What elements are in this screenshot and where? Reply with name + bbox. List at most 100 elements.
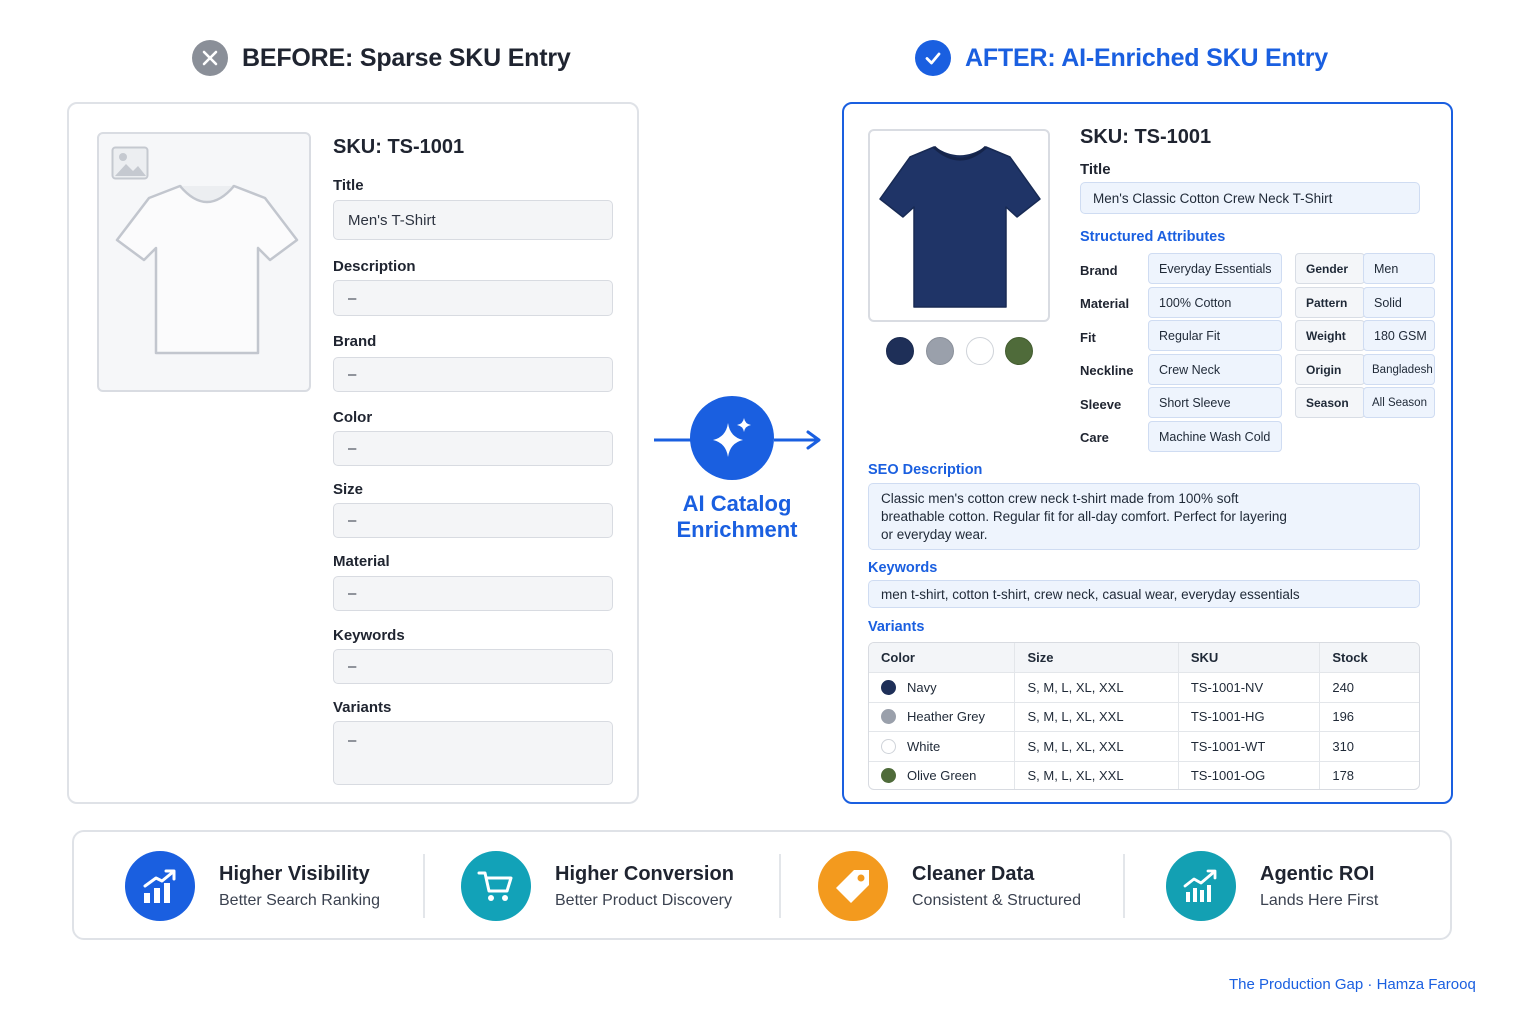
benefit-conversion: Higher Conversion Better Product Discove… <box>461 851 734 921</box>
benefits-bar: Higher Visibility Better Search Ranking … <box>72 830 1452 940</box>
variant-sku: TS-1001-OG <box>1177 761 1319 789</box>
attr-label-neckline: Neckline <box>1080 363 1134 378</box>
table-row[interactable]: White S, M, L, XL, XXL TS-1001-WT 310 <box>869 731 1419 761</box>
ai-catalog-label: AI Catalog Enrichment <box>650 491 824 543</box>
variant-size: S, M, L, XL, XXL <box>1014 673 1177 702</box>
attr-value-pattern[interactable]: Solid <box>1363 287 1435 318</box>
ai-catalog-line2: Enrichment <box>676 517 798 542</box>
attr-value-brand[interactable]: Everyday Essentials <box>1148 253 1282 284</box>
attr-value-origin[interactable]: Bangladesh <box>1363 354 1435 385</box>
ai-sparkle-button[interactable] <box>690 396 774 480</box>
attr-value-neckline[interactable]: Crew Neck <box>1148 354 1282 385</box>
before-heading: BEFORE: Sparse SKU Entry <box>192 40 571 76</box>
variant-color: Navy <box>907 679 937 695</box>
benefit-clean-data: Cleaner Data Consistent & Structured <box>818 851 1081 921</box>
benefit-title: Higher Conversion <box>555 862 734 885</box>
swatch-olive-green[interactable] <box>1005 337 1033 365</box>
attr-label-gender: Gender <box>1295 253 1365 284</box>
variant-stock: 196 <box>1319 702 1419 731</box>
attr-label-weight: Weight <box>1295 320 1365 351</box>
growth-chart-icon <box>1166 851 1236 921</box>
attr-value-weight[interactable]: 180 GSM <box>1363 320 1435 351</box>
attr-value-material[interactable]: 100% Cotton <box>1148 287 1282 318</box>
product-image <box>868 129 1050 322</box>
benefit-title: Agentic ROI <box>1260 862 1375 885</box>
divider <box>1123 854 1125 918</box>
variant-color-cell: Navy <box>869 673 1014 702</box>
attr-value-care[interactable]: Machine Wash Cold <box>1148 421 1282 452</box>
col-color: Color <box>881 650 915 665</box>
before-title-field[interactable]: Men's T-Shirt <box>333 200 613 240</box>
attr-value-sleeve[interactable]: Short Sleeve <box>1148 387 1282 418</box>
bar-chart-up-icon <box>125 851 195 921</box>
attr-label-origin: Origin <box>1295 354 1365 385</box>
attr-value-season[interactable]: All Season <box>1363 387 1435 418</box>
variants-header-row: Color Size SKU Stock <box>869 643 1419 672</box>
before-size-field[interactable]: – <box>333 503 613 538</box>
before-keywords-field[interactable]: – <box>333 649 613 684</box>
table-row[interactable]: Olive Green S, M, L, XL, XXL TS-1001-OG … <box>869 760 1419 789</box>
variant-sku: TS-1001-HG <box>1177 702 1319 731</box>
keywords-field[interactable]: men t-shirt, cotton t-shirt, crew neck, … <box>868 580 1420 608</box>
before-label-brand: Brand <box>333 333 377 350</box>
before-variants-field[interactable]: – <box>333 721 613 785</box>
placeholder-image <box>97 132 311 392</box>
attr-label-care: Care <box>1080 430 1109 445</box>
variant-color: Olive Green <box>907 768 977 784</box>
swatch-heather-grey[interactable] <box>926 337 954 365</box>
variant-color: White <box>907 738 941 754</box>
before-label-material: Material <box>333 553 390 570</box>
ai-catalog-line1: AI Catalog <box>682 491 792 516</box>
variants-heading: Variants <box>868 619 925 635</box>
tag-icon <box>818 851 888 921</box>
shopping-cart-icon <box>461 851 531 921</box>
variant-sku: TS-1001-WT <box>1177 732 1319 761</box>
color-dot <box>881 768 896 784</box>
before-sku: SKU: TS-1001 <box>333 136 465 158</box>
color-dot <box>881 738 896 754</box>
variants-table: Color Size SKU Stock Navy S, M, L, XL, X… <box>868 642 1420 790</box>
after-title-field[interactable]: Men's Classic Cotton Crew Neck T-Shirt <box>1080 182 1420 214</box>
before-label-title: Title <box>333 177 364 194</box>
before-material-field[interactable]: – <box>333 576 613 611</box>
before-label-color: Color <box>333 409 373 426</box>
attr-label-brand: Brand <box>1080 263 1118 278</box>
attr-label-material: Material <box>1080 296 1130 311</box>
table-row[interactable]: Heather Grey S, M, L, XL, XXL TS-1001-HG… <box>869 701 1419 732</box>
swatch-white[interactable] <box>966 337 994 365</box>
col-sku: SKU <box>1177 643 1319 672</box>
before-label-size: Size <box>333 481 364 498</box>
benefit-title: Cleaner Data <box>912 862 1035 885</box>
benefit-visibility: Higher Visibility Better Search Ranking <box>125 851 380 921</box>
benefit-subtitle: Better Search Ranking <box>219 891 380 909</box>
check-icon <box>915 40 951 76</box>
variant-color: Heather Grey <box>907 709 986 725</box>
seo-line-1: Classic men's cotton crew neck t-shirt m… <box>881 490 1239 506</box>
divider <box>779 854 781 918</box>
benefit-subtitle: Better Product Discovery <box>555 891 732 909</box>
seo-description-field[interactable]: Classic men's cotton crew neck t-shirt m… <box>868 483 1420 550</box>
color-dot <box>881 709 896 725</box>
before-label-variants: Variants <box>333 699 392 716</box>
benefit-title: Higher Visibility <box>219 862 370 885</box>
before-label-description: Description <box>333 258 416 275</box>
after-sku: SKU: TS-1001 <box>1080 126 1212 148</box>
col-size: Size <box>1014 643 1177 672</box>
attr-value-fit[interactable]: Regular Fit <box>1148 320 1282 351</box>
keywords-heading: Keywords <box>868 560 938 576</box>
after-heading: AFTER: AI-Enriched SKU Entry <box>915 40 1328 76</box>
before-heading-text: BEFORE: Sparse SKU Entry <box>242 43 571 72</box>
variant-size: S, M, L, XL, XXL <box>1014 732 1177 761</box>
seo-line-2: breathable cotton. Regular fit for all-d… <box>881 508 1287 524</box>
col-stock: Stock <box>1319 643 1419 672</box>
footer-credit[interactable]: The Production Gap · Hamza Farooq <box>1229 976 1476 993</box>
swatch-navy[interactable] <box>886 337 914 365</box>
before-color-field[interactable]: – <box>333 431 613 466</box>
variant-color-cell: Heather Grey <box>869 703 1014 732</box>
attr-label-sleeve: Sleeve <box>1080 397 1122 412</box>
table-row[interactable]: Navy S, M, L, XL, XXL TS-1001-NV 240 <box>869 672 1419 702</box>
attr-value-gender[interactable]: Men <box>1363 253 1435 284</box>
seo-description-heading: SEO Description <box>868 462 983 478</box>
before-description-field[interactable]: – <box>333 280 613 316</box>
before-brand-field[interactable]: – <box>333 357 613 392</box>
